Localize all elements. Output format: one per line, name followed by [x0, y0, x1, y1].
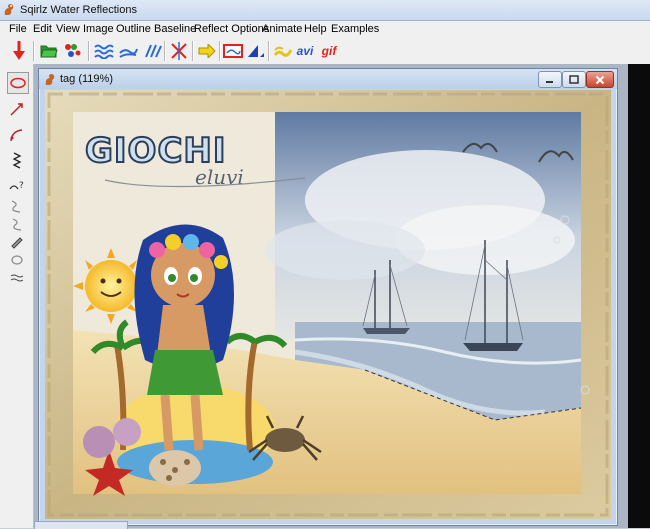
water-waves-button[interactable] — [93, 40, 115, 61]
wave-tool-button[interactable] — [7, 196, 27, 216]
menu-edit[interactable]: Edit — [33, 23, 52, 35]
scene: GIOCHI eluvi — [73, 112, 590, 496]
animate-button[interactable] — [272, 40, 294, 61]
maximize-button[interactable] — [562, 71, 586, 88]
color-dots-button[interactable] — [62, 40, 84, 61]
document-titlebar[interactable]: tag (119%) — [39, 69, 617, 89]
menu-animate[interactable]: Animate — [262, 23, 302, 35]
minimize-button[interactable] — [538, 71, 562, 88]
preview-image-button[interactable] — [222, 40, 244, 61]
document-title: tag (119%) — [60, 73, 113, 85]
image-canvas[interactable]: GIOCHI eluvi — [45, 90, 611, 519]
ripple-button[interactable] — [117, 40, 139, 61]
menu-image[interactable]: Image — [83, 23, 114, 35]
open-folder-button[interactable] — [38, 40, 60, 61]
curve-tool-button[interactable] — [7, 125, 27, 145]
toolbar-separator — [88, 41, 90, 61]
app-titlebar: Sqirlz Water Reflections — [0, 0, 650, 21]
menu-help[interactable]: Help — [304, 23, 327, 35]
zigzag-tool-button[interactable] — [7, 150, 27, 170]
document-squirrel-icon — [45, 74, 55, 85]
save-gif-button[interactable]: gif — [318, 40, 340, 61]
toolbar-separator — [219, 41, 221, 61]
toolbar-separator — [268, 41, 270, 61]
svg-text:?: ? — [19, 181, 24, 191]
left-toolbar: ? — [0, 64, 34, 528]
menu-examples[interactable]: Examples — [331, 23, 379, 35]
app-title: Sqirlz Water Reflections — [20, 4, 137, 16]
toolbar-separator — [164, 41, 166, 61]
background-strip — [628, 64, 650, 528]
toolbar-separator — [33, 41, 35, 61]
arrow-right-button[interactable] — [196, 40, 218, 61]
triangle-button[interactable] — [245, 40, 267, 61]
menu-reflect-options[interactable]: Reflect Options — [194, 23, 269, 35]
app-squirrel-icon — [4, 4, 14, 15]
save-avi-button[interactable]: avi — [293, 40, 317, 61]
cut-button[interactable] — [168, 40, 190, 61]
pen-tool-button[interactable] — [7, 232, 27, 252]
menu-view[interactable]: View — [56, 23, 80, 35]
main-toolbar: avi gif — [0, 38, 650, 65]
rain-button[interactable] — [141, 40, 163, 61]
question-wave-tool-button[interactable]: ? — [7, 177, 27, 197]
menu-outline[interactable]: Outline — [116, 23, 151, 35]
ellipse-tool-button[interactable] — [7, 72, 29, 94]
menu-bar: File Edit View Image Outline Baseline Re… — [0, 21, 650, 39]
loop-tool-button[interactable] — [7, 250, 27, 270]
close-button[interactable] — [586, 71, 614, 88]
line-arrow-tool-button[interactable] — [7, 99, 27, 119]
arrow-down-marker-icon — [8, 40, 30, 61]
menu-baseline[interactable]: Baseline — [154, 23, 196, 35]
menu-file[interactable]: File — [9, 23, 27, 35]
toolbar-separator — [192, 41, 194, 61]
document-window[interactable]: tag (119%) GIOCHI eluvi — [38, 68, 618, 526]
lines-tool-button[interactable] — [7, 268, 27, 288]
wave-alt-tool-button[interactable] — [7, 214, 27, 234]
